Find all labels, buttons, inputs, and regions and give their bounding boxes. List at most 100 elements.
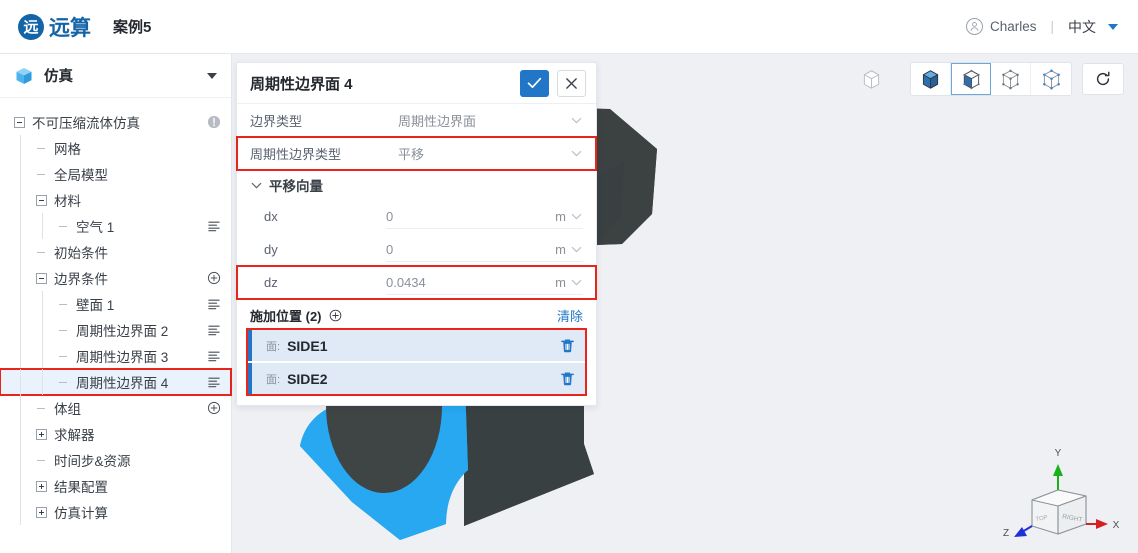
tree-item[interactable]: 边界条件 <box>0 265 231 291</box>
unit-dropdown[interactable]: m <box>537 270 583 295</box>
chevron-down-icon[interactable] <box>1108 23 1118 30</box>
top-bar-right: Charles | 中文 <box>965 17 1118 37</box>
tree-item-label: 边界条件 <box>54 272 108 287</box>
sidebar-collapse-icon[interactable] <box>207 72 217 79</box>
tree-item-label: 周期性边界面 2 <box>76 324 169 339</box>
tree-item-label: 体组 <box>54 402 81 417</box>
tree-item[interactable]: 周期性边界面 4 <box>0 368 232 396</box>
add-icon[interactable] <box>207 271 221 285</box>
tree-branch-line <box>58 377 69 388</box>
tree-guide-line <box>20 187 21 213</box>
user-name[interactable]: Charles <box>990 19 1037 34</box>
add-icon[interactable] <box>207 401 221 415</box>
tree-guide-line <box>20 499 21 525</box>
tree-guide-line <box>20 291 21 317</box>
chevron-down-icon <box>571 246 582 252</box>
tree-item-label: 周期性边界面 3 <box>76 350 169 365</box>
expand-icon[interactable] <box>36 480 47 492</box>
tree-guide-line <box>20 239 21 265</box>
tree-item[interactable]: 壁面 1 <box>0 291 231 317</box>
vector-input[interactable]: 0 <box>386 204 537 229</box>
info-icon[interactable] <box>207 115 221 129</box>
trash-icon[interactable] <box>560 371 575 387</box>
tree-item-label: 全局模型 <box>54 168 108 183</box>
tree-item-label: 初始条件 <box>54 246 108 261</box>
tree-item[interactable]: 空气 1 <box>0 213 231 239</box>
vector-row[interactable]: dz 0.0434 m <box>236 265 597 300</box>
chevron-down-icon[interactable] <box>570 114 583 127</box>
vector-label: dx <box>264 209 278 224</box>
brand-name: 远算 <box>49 16 91 40</box>
vector-input[interactable]: 0 <box>386 237 537 262</box>
item-menu-icon[interactable] <box>207 376 221 388</box>
tree-guide-line <box>42 291 43 317</box>
vector-section-header[interactable]: 平移向量 <box>237 170 596 200</box>
chevron-down-icon <box>571 279 582 285</box>
unit-label: m <box>555 208 566 224</box>
tree-item[interactable]: 不可压缩流体仿真 <box>0 109 231 135</box>
tree-item[interactable]: 仿真计算 <box>0 499 231 525</box>
property-value: 周期性边界面 <box>398 114 477 129</box>
location-header: 施加位置 (2) 清除 <box>237 302 596 328</box>
location-item[interactable]: 面: SIDE2 <box>248 363 585 394</box>
tree-item[interactable]: 体组 <box>0 395 231 421</box>
cube-vertex-blue-icon[interactable] <box>1031 63 1071 95</box>
location-item[interactable]: 面: SIDE1 <box>248 330 585 361</box>
tree-item[interactable]: 周期性边界面 2 <box>0 317 231 343</box>
property-row[interactable]: 周期性边界类型 平移 <box>236 136 597 171</box>
tree-item[interactable]: 全局模型 <box>0 161 231 187</box>
expand-icon[interactable] <box>36 506 47 518</box>
property-row[interactable]: 边界类型 周期性边界面 <box>237 104 596 137</box>
tree-branch-line <box>58 221 69 232</box>
trash-icon[interactable] <box>560 338 575 354</box>
vector-row[interactable]: dx 0 m <box>237 200 596 233</box>
cube-face-select-icon[interactable] <box>951 63 991 95</box>
tree-item[interactable]: 周期性边界面 3 <box>0 343 231 369</box>
cube-outline-icon[interactable] <box>854 63 888 95</box>
confirm-button[interactable] <box>520 69 549 97</box>
brand-logo[interactable]: 远 远算 <box>18 12 91 42</box>
tree-guide-line <box>42 213 43 239</box>
collapse-icon[interactable] <box>36 272 47 284</box>
collapse-icon[interactable] <box>14 116 25 128</box>
cancel-button[interactable] <box>557 69 586 97</box>
axis-indicator[interactable]: TOP RIGHT Y X Z <box>1002 442 1122 547</box>
unit-dropdown[interactable]: m <box>537 204 583 229</box>
tree-item[interactable]: 时间步&资源 <box>0 447 231 473</box>
item-menu-icon[interactable] <box>207 350 221 362</box>
plus-circle-icon[interactable] <box>329 309 342 322</box>
tree-item[interactable]: 初始条件 <box>0 239 231 265</box>
property-panel: 周期性边界面 4 边界类型 周期性边界面 周期性边界类型 平移 平移向量 dx … <box>236 62 597 406</box>
unit-label: m <box>555 274 566 290</box>
top-bar-divider: | <box>1050 19 1054 34</box>
expand-icon[interactable] <box>36 428 47 440</box>
item-menu-icon[interactable] <box>207 298 221 310</box>
brand-mark-icon: 远 <box>18 13 44 40</box>
clear-link[interactable]: 清除 <box>557 306 583 325</box>
tree-item[interactable]: 网格 <box>0 135 231 161</box>
tree-branch-line <box>36 403 47 414</box>
item-menu-icon[interactable] <box>207 324 221 336</box>
tree-guide-line <box>20 317 21 343</box>
language-selector[interactable]: 中文 <box>1068 17 1096 37</box>
collapse-icon[interactable] <box>36 194 47 206</box>
location-name: SIDE1 <box>287 337 328 354</box>
cube-solid-icon[interactable] <box>911 63 951 95</box>
item-menu-icon[interactable] <box>207 220 221 232</box>
tree-item[interactable]: 结果配置 <box>0 473 231 499</box>
tree-guide-line <box>20 213 21 239</box>
tree-branch-line <box>58 325 69 336</box>
tree-guide-line <box>20 395 21 421</box>
tree-item[interactable]: 材料 <box>0 187 231 213</box>
sidebar-title: 仿真 <box>44 69 73 85</box>
location-list: 面: SIDE1 面: SIDE2 <box>246 328 587 396</box>
property-panel-header: 周期性边界面 4 <box>237 63 596 104</box>
unit-dropdown[interactable]: m <box>537 237 583 262</box>
vector-row[interactable]: dy 0 m <box>237 233 596 266</box>
reset-view-icon[interactable] <box>1082 63 1124 95</box>
vector-input[interactable]: 0.0434 <box>386 270 537 295</box>
chevron-down-icon[interactable] <box>570 147 583 160</box>
cube-vertex-gray-icon[interactable] <box>991 63 1031 95</box>
sidebar-header[interactable]: 仿真 <box>0 54 231 98</box>
tree-item[interactable]: 求解器 <box>0 421 231 447</box>
